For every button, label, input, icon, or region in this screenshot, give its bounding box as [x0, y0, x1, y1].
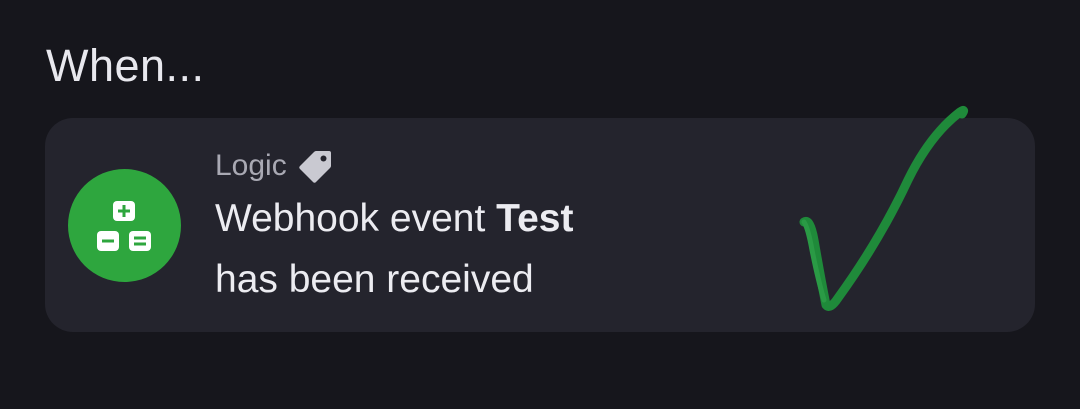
trigger-subtitle: has been received	[215, 258, 534, 301]
calculator-icon	[68, 169, 181, 282]
trigger-title: Webhook event Test	[215, 192, 573, 246]
trigger-title-event-name: Test	[496, 197, 574, 240]
hand-drawn-checkmark-icon	[799, 106, 968, 311]
category-label: Logic	[215, 149, 287, 182]
trigger-title-prefix: Webhook event	[215, 197, 497, 240]
section-heading: When...	[46, 40, 205, 91]
page: When... Logic Webhook event Test has bee…	[0, 0, 1080, 409]
category-row: Logic	[215, 146, 333, 186]
tag-icon	[297, 148, 333, 184]
